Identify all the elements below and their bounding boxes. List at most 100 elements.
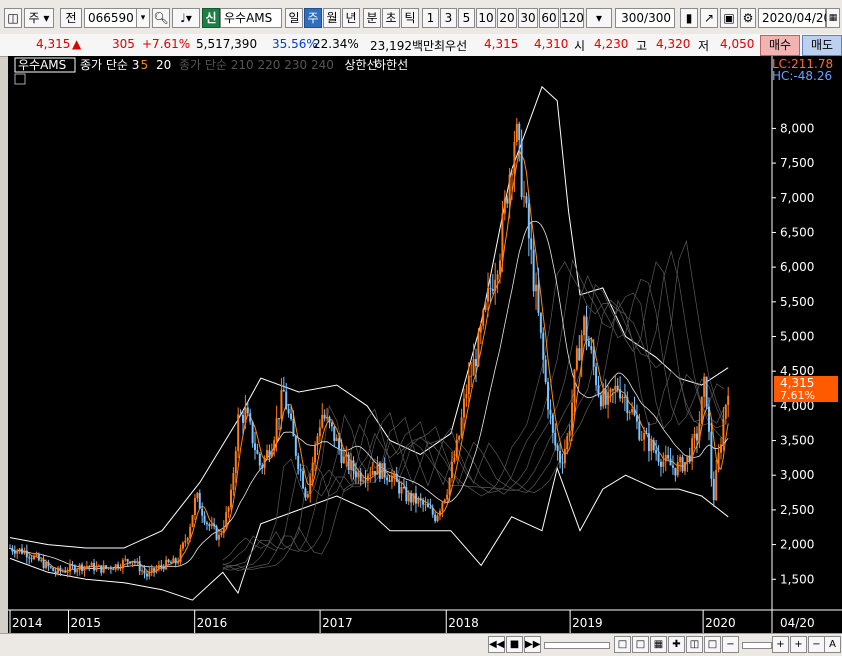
candle-body: [547, 381, 550, 410]
interval-20[interactable]: 20: [497, 8, 517, 28]
candle-body: [479, 325, 482, 333]
candle-body: [18, 548, 21, 551]
candle-body: [107, 567, 110, 569]
tab-year[interactable]: 년: [342, 8, 360, 28]
candle-body: [345, 454, 348, 457]
rewind-icon[interactable]: ◀◀: [488, 636, 505, 653]
candle-body: [671, 465, 674, 468]
zoom-fit-icon[interactable]: □: [614, 636, 631, 653]
legend-item: 상한선: [345, 58, 378, 72]
stock-name-field[interactable]: 우수AMS: [220, 8, 282, 28]
y-tick-label: 3,500: [780, 434, 814, 448]
legend: 우수AMS 종가 단순 3 5 20 종가 단순 210 220 230 240 상한선하…: [14, 57, 408, 85]
candle-body: [465, 393, 468, 399]
candle-body: [393, 473, 396, 477]
y-tick-label: 7,500: [780, 156, 814, 170]
candle-body: [707, 406, 710, 432]
candle-body: [302, 470, 305, 489]
calendar-icon[interactable]: ▦: [826, 8, 840, 28]
current-price-label: 4,315: [780, 376, 814, 390]
copy-icon[interactable]: □: [704, 636, 721, 653]
gear-icon[interactable]: ⚙: [740, 8, 756, 28]
interval-60[interactable]: 60: [539, 8, 559, 28]
interval-dropdown[interactable]: ▾: [586, 8, 612, 28]
turnover: 22.34%: [313, 37, 359, 51]
period-dropdown[interactable]: 주 ▾: [24, 8, 54, 28]
tab-week[interactable]: 주: [304, 8, 322, 28]
buy-button[interactable]: 매수: [760, 35, 800, 56]
candle-body: [45, 562, 48, 569]
candle-body: [352, 460, 355, 472]
candle-body: [280, 390, 283, 419]
zoom-in-alt-button[interactable]: +: [790, 636, 807, 653]
candle-body: [472, 359, 475, 376]
candle-icon[interactable]: ▮: [680, 8, 698, 28]
tab-minute[interactable]: 분: [363, 8, 381, 28]
count-field[interactable]: 300/300: [615, 8, 675, 28]
candle-body: [157, 565, 160, 569]
candle-body: [263, 457, 266, 469]
date-field[interactable]: 2020/04/20: [758, 8, 831, 28]
interval-5[interactable]: 5: [458, 8, 475, 28]
candle-body: [184, 540, 187, 543]
tab-month[interactable]: 월: [323, 8, 341, 28]
prev-stock-button[interactable]: 전: [60, 8, 82, 28]
interval-3[interactable]: 3: [440, 8, 457, 28]
candle-body: [710, 431, 713, 479]
candle-body: [246, 407, 249, 414]
candle-body: [102, 565, 105, 573]
candle-body: [350, 460, 353, 470]
zoom-area-icon[interactable]: □: [632, 636, 649, 653]
candle-body: [54, 571, 57, 574]
price-chart[interactable]: 1,500 2,000 2,500 3,000 3,500 4,000 4,500 5,000…: [8, 56, 842, 633]
speaker-icon[interactable]: ♩▾: [172, 8, 200, 28]
zoom-slider[interactable]: [742, 642, 772, 649]
interval-10[interactable]: 10: [476, 8, 496, 28]
long-ma-line: [222, 261, 725, 561]
candle-body: [33, 555, 36, 560]
candle-body: [587, 340, 590, 347]
candle-body: [431, 508, 434, 515]
candle-body: [167, 559, 170, 563]
interval-120[interactable]: 120: [560, 8, 584, 28]
candle-body: [436, 515, 439, 522]
candle-body: [674, 467, 677, 476]
candle-body: [227, 507, 230, 512]
print-icon[interactable]: ◫: [686, 636, 703, 653]
candle-body: [643, 433, 646, 440]
tab-second[interactable]: 초: [382, 8, 400, 28]
candle-body: [669, 458, 672, 466]
interval-1[interactable]: 1: [422, 8, 439, 28]
crosshair-icon[interactable]: ✚: [668, 636, 685, 653]
stop-icon[interactable]: ■: [506, 636, 523, 653]
candle-body: [357, 472, 360, 478]
candle-body: [623, 396, 626, 398]
scroll-slider[interactable]: [544, 642, 610, 649]
forward-icon[interactable]: ▶▶: [524, 636, 541, 653]
candle-body: [124, 559, 127, 561]
zoom-reset-button[interactable]: −: [808, 636, 825, 653]
axis-scale-button[interactable]: A: [824, 636, 841, 653]
interval-30[interactable]: 30: [518, 8, 538, 28]
candle-body: [273, 440, 276, 452]
zoom-out-button[interactable]: −: [722, 636, 739, 653]
candle-body: [376, 463, 379, 475]
zoom-in-button[interactable]: +: [772, 636, 789, 653]
code-dropdown-icon[interactable]: ▾: [136, 8, 150, 28]
candle-body: [595, 366, 598, 386]
sell-button[interactable]: 매도: [802, 35, 842, 56]
candle-body: [532, 249, 535, 292]
legend-item: 20: [156, 58, 171, 72]
candle-body: [477, 332, 480, 367]
candle-body: [73, 566, 76, 573]
line-chart-icon[interactable]: ↗: [700, 8, 718, 28]
search-icon[interactable]: 🔍︎: [152, 8, 170, 28]
chart-type-icon[interactable]: ◫: [4, 8, 22, 28]
save-icon[interactable]: ▣: [720, 8, 738, 28]
tab-tick[interactable]: 틱: [401, 8, 419, 28]
tab-day[interactable]: 일: [285, 8, 303, 28]
y-tick-label: 2,500: [780, 503, 814, 517]
candle-body: [93, 562, 96, 571]
y-tick-label: 8,000: [780, 121, 814, 135]
layout-icon[interactable]: ▦: [650, 636, 667, 653]
